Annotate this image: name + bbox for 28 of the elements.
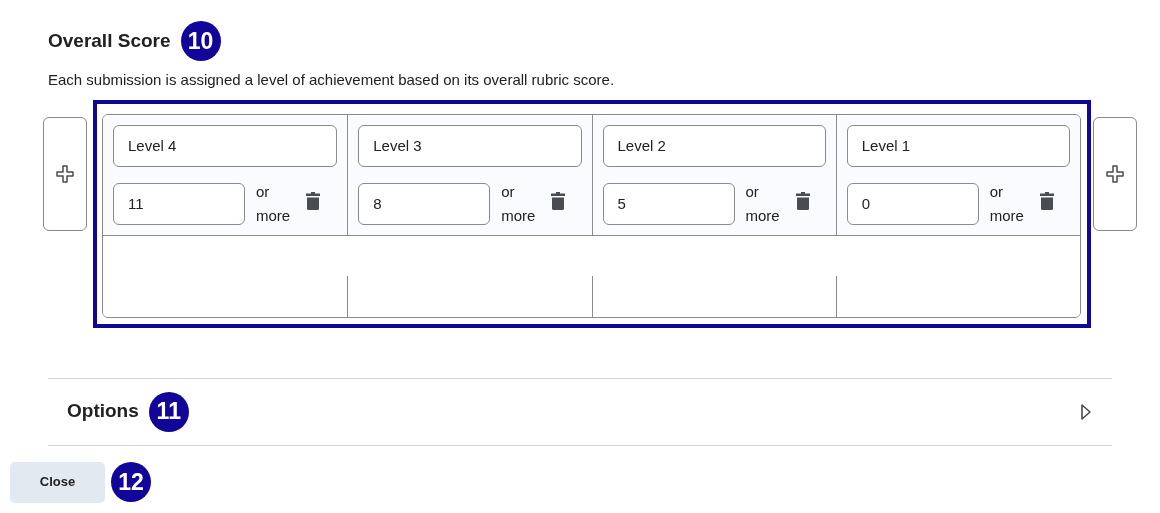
score-field[interactable]: 5 bbox=[602, 182, 735, 225]
section-heading: Overall Score bbox=[48, 28, 171, 53]
delete-icon[interactable] bbox=[795, 191, 810, 210]
add-level-button[interactable] bbox=[43, 116, 87, 231]
score-field[interactable]: 0 bbox=[846, 182, 979, 225]
number-badge: 12 bbox=[111, 462, 151, 502]
add-level-button[interactable] bbox=[1093, 116, 1137, 231]
delete-icon[interactable] bbox=[551, 191, 566, 210]
delete-icon[interactable] bbox=[1039, 191, 1054, 210]
level-name-field[interactable]: Level 3 bbox=[358, 124, 582, 167]
level-name-field[interactable]: Level 4 bbox=[113, 124, 338, 167]
number-badge: 11 bbox=[148, 391, 189, 432]
or-more-text: or more bbox=[745, 181, 781, 226]
description-text: Each submission is assigned a level of achievement based on its overall rubric score. bbox=[47, 70, 616, 90]
plus-icon bbox=[56, 164, 74, 183]
options-heading[interactable]: Options bbox=[67, 397, 139, 426]
or-more-text: or more bbox=[256, 181, 292, 226]
plus-icon bbox=[1106, 164, 1124, 183]
level-name-field[interactable]: Level 2 bbox=[602, 124, 826, 167]
score-field[interactable]: 8 bbox=[358, 182, 491, 225]
number-badge: 10 bbox=[180, 21, 221, 61]
chevron-icon[interactable] bbox=[1080, 402, 1092, 421]
close-button[interactable]: Close bbox=[10, 461, 105, 503]
delete-icon[interactable] bbox=[306, 191, 320, 210]
score-field[interactable]: 11 bbox=[113, 182, 245, 225]
or-more-text: or more bbox=[501, 181, 537, 226]
or-more-text: or more bbox=[989, 181, 1025, 226]
level-name-field[interactable]: Level 1 bbox=[846, 124, 1070, 167]
